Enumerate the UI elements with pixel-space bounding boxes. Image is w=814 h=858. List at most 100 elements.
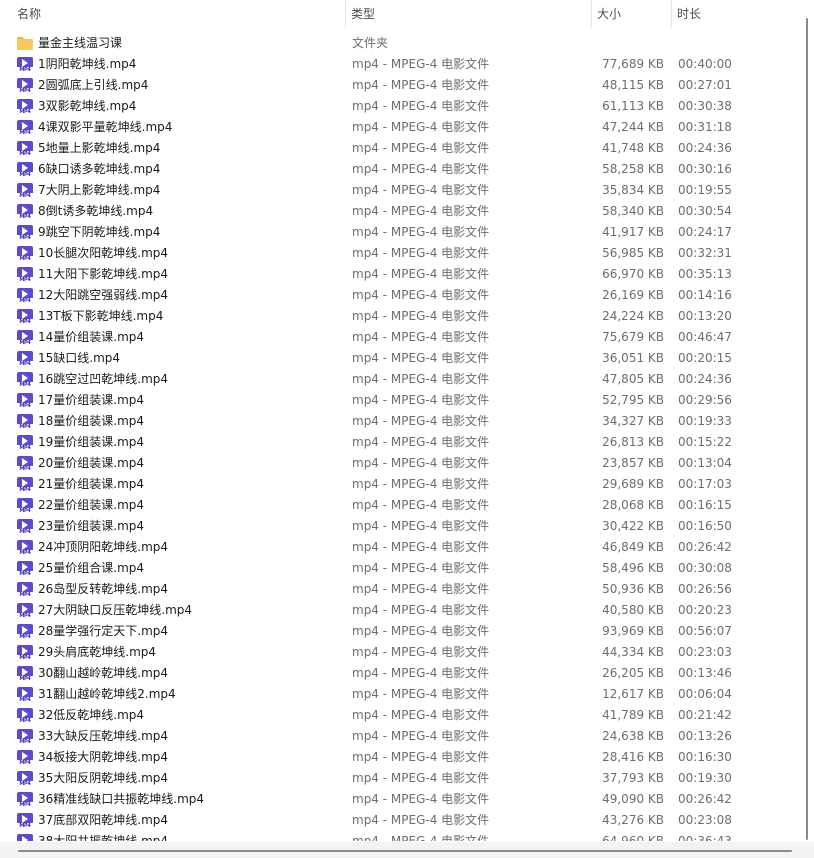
file-row[interactable]: MP4 4课双影平量乾坤线.mp4 mp4 - MPEG-4 电影文件 47,244 … — [0, 117, 800, 138]
mp4-video-icon: MP4 — [17, 287, 33, 304]
duration-cell: 00:46:47 — [678, 330, 732, 344]
size-cell: 47,805 KB — [602, 372, 664, 386]
file-row[interactable]: MP4 25量价组合课.mp4 mp4 - MPEG-4 电影文件 58,496 KB… — [0, 558, 800, 579]
duration-cell: 00:56:07 — [678, 624, 732, 638]
file-name: 31翻山越岭乾坤线2.mp4 — [38, 687, 176, 701]
file-row[interactable]: MP4 17量价组装课.mp4 mp4 - MPEG-4 电影文件 52,795 KB… — [0, 390, 800, 411]
type-cell: mp4 - MPEG-4 电影文件 — [352, 183, 490, 197]
file-row[interactable]: MP4 26岛型反转乾坤线.mp4 mp4 - MPEG-4 电影文件 50,936 … — [0, 579, 800, 600]
folder-row[interactable]: 量金主线温习课 文件夹 — [0, 33, 800, 54]
name-cell: MP4 25量价组合课.mp4 — [17, 558, 347, 579]
file-row[interactable]: MP4 30翻山越岭乾坤线.mp4 mp4 - MPEG-4 电影文件 26,205 … — [0, 663, 800, 684]
name-cell: MP4 16跳空过凹乾坤线.mp4 — [17, 369, 347, 390]
column-header-type[interactable]: 类型 — [345, 0, 591, 28]
file-row[interactable]: MP4 9跳空下阴乾坤线.mp4 mp4 - MPEG-4 电影文件 41,917 K… — [0, 222, 800, 243]
mp4-video-icon: MP4 — [17, 182, 33, 199]
file-row[interactable]: MP4 35大阳反阴乾坤线.mp4 mp4 - MPEG-4 电影文件 37,793 … — [0, 768, 800, 789]
type-cell: mp4 - MPEG-4 电影文件 — [352, 750, 490, 764]
name-cell: MP4 19量价组装课.mp4 — [17, 432, 347, 453]
name-cell: 量金主线温习课 — [17, 33, 347, 54]
duration-cell: 00:06:04 — [678, 687, 732, 701]
file-row[interactable]: MP4 34板接大阴乾坤线.mp4 mp4 - MPEG-4 电影文件 28,416 … — [0, 747, 800, 768]
type-cell: mp4 - MPEG-4 电影文件 — [352, 120, 490, 134]
file-row[interactable]: MP4 21量价组装课.mp4 mp4 - MPEG-4 电影文件 29,689 KB… — [0, 474, 800, 495]
name-cell: MP4 9跳空下阴乾坤线.mp4 — [17, 222, 347, 243]
file-row[interactable]: MP4 32低反乾坤线.mp4 mp4 - MPEG-4 电影文件 41,789 KB… — [0, 705, 800, 726]
mp4-video-icon: MP4 — [17, 140, 33, 157]
file-row[interactable]: MP4 31翻山越岭乾坤线2.mp4 mp4 - MPEG-4 电影文件 12,617… — [0, 684, 800, 705]
name-cell: MP4 1阴阳乾坤线.mp4 — [17, 54, 347, 75]
column-header-size[interactable]: 大小 — [591, 0, 671, 28]
type-cell: mp4 - MPEG-4 电影文件 — [352, 624, 490, 638]
file-row[interactable]: MP4 22量价组装课.mp4 mp4 - MPEG-4 电影文件 28,068 KB… — [0, 495, 800, 516]
file-row[interactable]: MP4 15缺口线.mp4 mp4 - MPEG-4 电影文件 36,051 KB 00… — [0, 348, 800, 369]
file-row[interactable]: MP4 18量价组装课.mp4 mp4 - MPEG-4 电影文件 34,327 KB… — [0, 411, 800, 432]
type-cell: mp4 - MPEG-4 电影文件 — [352, 540, 490, 554]
mp4-video-icon: MP4 — [17, 98, 33, 115]
type-cell: mp4 - MPEG-4 电影文件 — [352, 246, 490, 260]
size-cell: 29,689 KB — [602, 477, 664, 491]
name-cell: MP4 5地量上影乾坤线.mp4 — [17, 138, 347, 159]
file-row[interactable]: MP4 20量价组装课.mp4 mp4 - MPEG-4 电影文件 23,857 KB… — [0, 453, 800, 474]
size-cell: 24,638 KB — [602, 729, 664, 743]
type-cell: 文件夹 — [352, 36, 389, 50]
size-cell: 24,224 KB — [602, 309, 664, 323]
file-row[interactable]: MP4 11大阳下影乾坤线.mp4 mp4 - MPEG-4 电影文件 66,970 … — [0, 264, 800, 285]
file-row[interactable]: MP4 5地量上影乾坤线.mp4 mp4 - MPEG-4 电影文件 41,748 K… — [0, 138, 800, 159]
file-row[interactable]: MP4 12大阳跳空强弱线.mp4 mp4 - MPEG-4 电影文件 26,169 … — [0, 285, 800, 306]
file-row[interactable]: MP4 14量价组装课.mp4 mp4 - MPEG-4 电影文件 75,679 KB… — [0, 327, 800, 348]
file-row[interactable]: MP4 10长腿次阳乾坤线.mp4 mp4 - MPEG-4 电影文件 56,985 … — [0, 243, 800, 264]
file-row[interactable]: MP4 8倒t诱多乾坤线.mp4 mp4 - MPEG-4 电影文件 58,340 K… — [0, 201, 800, 222]
column-header-duration[interactable]: 时长 — [671, 0, 791, 28]
file-row[interactable]: MP4 28量学强行定天下.mp4 mp4 - MPEG-4 电影文件 93,969 … — [0, 621, 800, 642]
file-row[interactable]: MP4 2圆弧底上引线.mp4 mp4 - MPEG-4 电影文件 48,115 KB… — [0, 75, 800, 96]
type-cell: mp4 - MPEG-4 电影文件 — [352, 99, 490, 113]
name-cell: MP4 33大缺反压乾坤线.mp4 — [17, 726, 347, 747]
size-cell: 12,617 KB — [602, 687, 664, 701]
mp4-video-icon: MP4 — [17, 266, 33, 283]
mp4-video-icon: MP4 — [17, 560, 33, 577]
file-row[interactable]: MP4 23量价组装课.mp4 mp4 - MPEG-4 电影文件 30,422 KB… — [0, 516, 800, 537]
mp4-video-icon: MP4 — [17, 644, 33, 661]
size-cell: 66,970 KB — [602, 267, 664, 281]
file-name: 21量价组装课.mp4 — [38, 477, 145, 491]
file-row[interactable]: MP4 1阴阳乾坤线.mp4 mp4 - MPEG-4 电影文件 77,689 KB 0… — [0, 54, 800, 75]
column-header-name[interactable]: 名称 — [0, 0, 345, 28]
file-row[interactable]: MP4 33大缺反压乾坤线.mp4 mp4 - MPEG-4 电影文件 24,638 … — [0, 726, 800, 747]
file-name: 29头肩底乾坤线.mp4 — [38, 645, 157, 659]
size-cell: 41,789 KB — [602, 708, 664, 722]
type-cell: mp4 - MPEG-4 电影文件 — [352, 435, 490, 449]
type-cell: mp4 - MPEG-4 电影文件 — [352, 603, 490, 617]
size-cell: 50,936 KB — [602, 582, 664, 596]
column-header-bar: 名称 ˄ 类型 大小 时长 — [0, 0, 800, 28]
file-row[interactable]: MP4 3双影乾坤线.mp4 mp4 - MPEG-4 电影文件 61,113 KB 0… — [0, 96, 800, 117]
vertical-scroll-thumb[interactable] — [806, 18, 808, 840]
column-header-size-label: 大小 — [597, 7, 622, 21]
file-row[interactable]: MP4 37底部双阳乾坤线.mp4 mp4 - MPEG-4 电影文件 43,276 … — [0, 810, 800, 831]
type-cell: mp4 - MPEG-4 电影文件 — [352, 393, 490, 407]
mp4-video-icon: MP4 — [17, 203, 33, 220]
file-row[interactable]: MP4 24冲顶阴阳乾坤线.mp4 mp4 - MPEG-4 电影文件 46,849 … — [0, 537, 800, 558]
file-row[interactable]: MP4 29头肩底乾坤线.mp4 mp4 - MPEG-4 电影文件 44,334 K… — [0, 642, 800, 663]
horizontal-scroll-thumb[interactable] — [18, 850, 792, 852]
duration-cell: 00:30:38 — [678, 99, 732, 113]
size-cell: 37,793 KB — [602, 771, 664, 785]
type-cell: mp4 - MPEG-4 电影文件 — [352, 78, 490, 92]
file-row[interactable]: MP4 19量价组装课.mp4 mp4 - MPEG-4 电影文件 26,813 KB… — [0, 432, 800, 453]
file-row[interactable]: MP4 36精准线缺口共振乾坤线.mp4 mp4 - MPEG-4 电影文件 49,0… — [0, 789, 800, 810]
sort-up-icon: ˄ — [176, 0, 182, 8]
size-cell: 49,090 KB — [602, 792, 664, 806]
duration-cell: 00:19:55 — [678, 183, 732, 197]
duration-cell: 00:24:36 — [678, 141, 732, 155]
file-row[interactable]: MP4 27大阴缺口反压乾坤线.mp4 mp4 - MPEG-4 电影文件 40,58… — [0, 600, 800, 621]
file-row[interactable]: MP4 38大阳共振乾坤线.mp4 mp4 - MPEG-4 电影文件 64,960 … — [0, 831, 800, 841]
duration-cell: 00:24:17 — [678, 225, 732, 239]
file-row[interactable]: MP4 16跳空过凹乾坤线.mp4 mp4 - MPEG-4 电影文件 47,805 … — [0, 369, 800, 390]
file-row[interactable]: MP4 7大阴上影乾坤线.mp4 mp4 - MPEG-4 电影文件 35,834 K… — [0, 180, 800, 201]
file-row[interactable]: MP4 6缺口诱多乾坤线.mp4 mp4 - MPEG-4 电影文件 58,258 K… — [0, 159, 800, 180]
file-name: 18量价组装课.mp4 — [38, 414, 145, 428]
name-cell: MP4 28量学强行定天下.mp4 — [17, 621, 347, 642]
mp4-video-icon: MP4 — [17, 350, 33, 367]
file-row[interactable]: MP4 13T板下影乾坤线.mp4 mp4 - MPEG-4 电影文件 24,224 … — [0, 306, 800, 327]
name-cell: MP4 18量价组装课.mp4 — [17, 411, 347, 432]
